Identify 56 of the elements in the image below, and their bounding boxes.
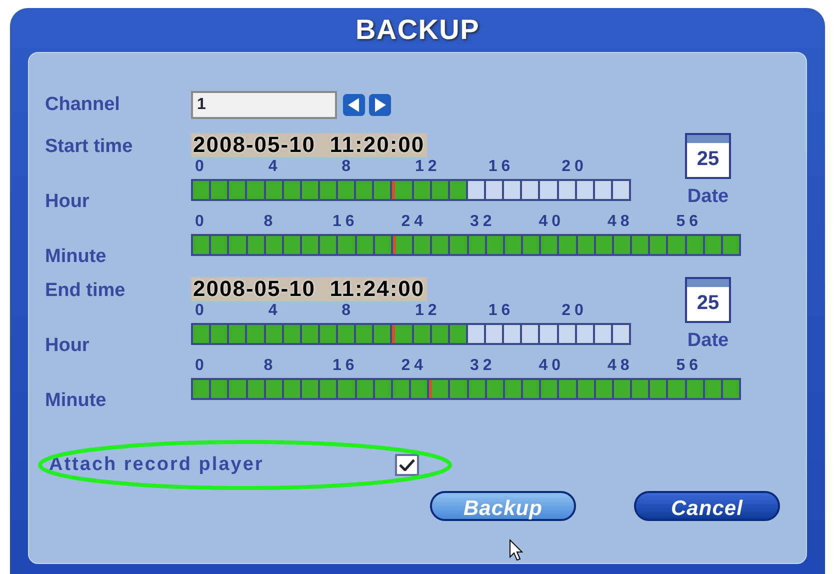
scale-label: 32 bbox=[470, 358, 496, 374]
scale-label: 48 bbox=[608, 358, 634, 374]
scale-label: 8 bbox=[264, 358, 277, 374]
checkmark-icon bbox=[399, 459, 415, 471]
dialog-button[interactable]: Cancel bbox=[634, 491, 780, 521]
calendar-button[interactable]: 25 bbox=[685, 133, 731, 179]
scale-label: 8 bbox=[342, 303, 355, 319]
scale-label: 40 bbox=[538, 214, 565, 230]
previous-button[interactable] bbox=[343, 94, 365, 116]
scale-label: 0 bbox=[195, 303, 208, 319]
timeline-bar[interactable] bbox=[191, 234, 741, 256]
scale-label: 32 bbox=[470, 214, 496, 230]
scale-label: 56 bbox=[676, 214, 702, 230]
date-label: Date bbox=[687, 329, 729, 353]
dialog-title: BACKUP bbox=[356, 13, 480, 47]
timeline-bar[interactable] bbox=[191, 323, 631, 345]
scale-label: 16 bbox=[488, 303, 514, 319]
scale-label: 12 bbox=[415, 159, 441, 175]
date-label: Date bbox=[687, 185, 729, 209]
time-label: End time bbox=[45, 279, 126, 303]
channel-label: Channel bbox=[45, 92, 121, 117]
scale-label: 24 bbox=[401, 358, 428, 374]
scale-label: 0 bbox=[195, 358, 208, 374]
scale-label: 12 bbox=[415, 303, 441, 319]
right-triangle-icon bbox=[374, 98, 386, 112]
mouse-cursor-icon bbox=[509, 539, 523, 561]
scale-label: 56 bbox=[676, 358, 702, 374]
time-label: Start time bbox=[45, 135, 134, 159]
channel-field[interactable]: 1 bbox=[191, 91, 337, 119]
scale-label: 48 bbox=[608, 214, 634, 230]
scale-label: 40 bbox=[538, 358, 565, 374]
scale-label: 20 bbox=[562, 159, 588, 175]
scale-label: 4 bbox=[268, 303, 282, 319]
scale-label: 8 bbox=[264, 214, 277, 230]
hour-label: Hour bbox=[45, 190, 90, 214]
attach-player-checkbox[interactable] bbox=[395, 454, 419, 476]
datetime-field[interactable]: 2008-05-10 11:24:00 bbox=[191, 277, 427, 301]
next-button[interactable] bbox=[369, 94, 391, 116]
calendar-button[interactable]: 25 bbox=[685, 277, 731, 323]
minute-label: Minute bbox=[45, 244, 108, 268]
scale-label: 0 bbox=[195, 159, 208, 175]
timeline-bar[interactable] bbox=[191, 378, 741, 400]
scale-label: 4 bbox=[268, 159, 282, 175]
scale-label: 16 bbox=[332, 358, 358, 374]
scale-label: 24 bbox=[401, 214, 428, 230]
scale-label: 16 bbox=[488, 159, 514, 175]
attach-player-label: Attach record player bbox=[48, 452, 265, 477]
datetime-field[interactable]: 2008-05-10 11:20:00 bbox=[191, 133, 427, 157]
hour-label: Hour bbox=[45, 334, 90, 358]
scale-label: 16 bbox=[332, 214, 358, 230]
timeline-bar[interactable] bbox=[191, 179, 631, 201]
scale-label: 8 bbox=[342, 159, 355, 175]
scale-label: 20 bbox=[562, 303, 588, 319]
scale-label: 0 bbox=[195, 214, 208, 230]
left-triangle-icon bbox=[348, 98, 360, 112]
minute-label: Minute bbox=[45, 388, 108, 412]
